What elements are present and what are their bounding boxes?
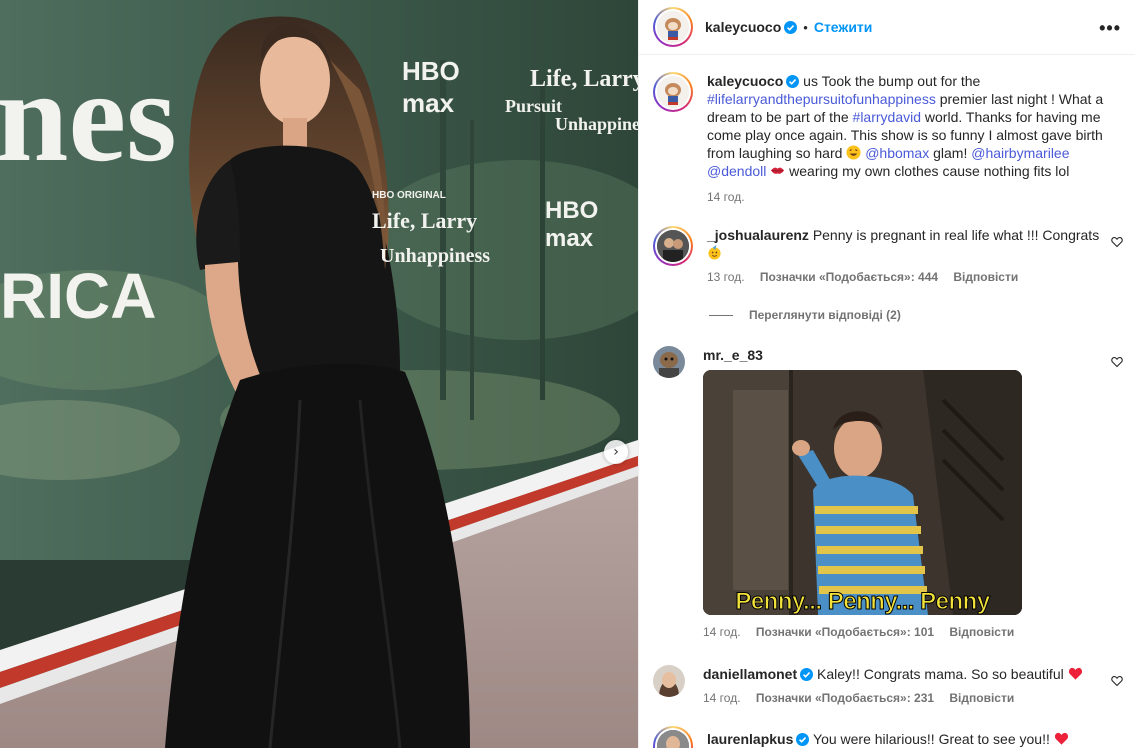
laughing-emoji-icon [846,145,861,160]
red-heart-emoji-icon [1068,667,1082,680]
comment-time[interactable]: 14 год. [703,691,741,705]
comment-meta: 14 год. Позначки «Подобається»: 101 Відп… [703,623,1103,641]
verified-badge-icon [786,75,800,88]
gif-image [703,370,1022,615]
comment-text: Kaley!! Congrats mama. So so beautiful [817,666,1064,682]
separator-dot: • [803,19,808,35]
avatar-photo-icon [657,230,689,262]
hbo-original-label: HBO ORIGINAL [372,190,446,201]
show-title-line5-b: Unhappiness [380,245,490,267]
comment-time[interactable]: 13 год. [707,270,745,284]
post-photo[interactable]: ines RICA HBO max HBO max HBO ORIGINAL L… [0,0,638,748]
comment-item: mr._e_83 Penny... Penny... Penny 14 год.… [653,346,1123,641]
hbo-logo-bottom: max [402,88,455,118]
comment-likes[interactable]: Позначки «Подобається»: 444 [760,270,938,284]
comment-username[interactable]: mr._e_83 [703,347,763,363]
reply-button[interactable]: Відповісти [953,270,1018,284]
more-options-icon[interactable]: ••• [1099,18,1121,39]
reply-button[interactable]: Відповісти [949,625,1014,639]
comment-meta: 14 год. Позначки «Подобається»: 231 Відп… [703,689,1103,707]
comment-gif[interactable]: Penny... Penny... Penny [703,370,1022,615]
caption-text-1: us Took the bump out for the [803,73,981,89]
caption-username[interactable]: kaleycuoco [707,73,783,89]
post-caption: kaleycuoco us Took the bump out for the … [653,72,1123,206]
avatar-dog-icon [657,11,689,43]
hashtag-link[interactable]: #larrydavid [853,109,921,125]
follow-button[interactable]: Стежити [814,19,873,35]
view-replies-line [709,314,733,316]
sign-big-text: ines [0,45,177,189]
verified-badge-icon [796,733,810,746]
red-heart-emoji-icon [1054,732,1068,745]
comment-text: You were hilarious!! Great to see you!! [813,731,1050,747]
avatar-photo-icon [653,665,685,697]
author-avatar[interactable] [653,7,693,47]
comment-likes[interactable]: Позначки «Подобається»: 231 [756,691,934,705]
mention-link[interactable]: @dendoll [707,163,766,179]
commenter-avatar[interactable] [653,226,693,266]
post-header: kaleycuoco • Стежити ••• [639,0,1135,55]
comment-item: _joshualaurenz Penny is pregnant in real… [653,226,1123,286]
caption-author-avatar[interactable] [653,72,693,112]
hbo-logo-top: HBO [402,56,460,86]
view-replies-button[interactable]: Переглянути відповіді (2) [709,308,901,322]
comment-meta: 13 год. Позначки «Подобається»: 444 Відп… [707,268,1107,286]
comment-username[interactable]: laurenlapkus [707,731,793,747]
caption-text-5: wearing my own clothes cause nothing fit… [789,163,1070,179]
commenter-avatar[interactable] [653,346,685,378]
view-replies-label: Переглянути відповіді (2) [749,308,901,322]
chevron-right-icon: › [613,444,619,460]
comment-time[interactable]: 14 год. [703,625,741,639]
post-side-panel: kaleycuoco • Стежити ••• kaleycuoco us T… [638,0,1135,748]
like-heart-icon[interactable] [1111,236,1123,248]
mention-link[interactable]: @hairbymarilee [971,145,1069,161]
sign-small-text: RICA [0,260,156,332]
show-title-line1-b: Life, Larry [372,208,477,233]
next-photo-button[interactable]: › [604,440,628,464]
hbo-logo-bottom-2: max [545,225,594,252]
like-heart-icon[interactable] [1111,675,1123,687]
commenter-avatar[interactable] [653,726,693,748]
caption-text-4: glam! [933,145,968,161]
hashtag-link[interactable]: #lifelarryandthepursuitofunhappiness [707,91,936,107]
show-title-line3: Pursuit [505,96,562,116]
hbo-logo-top-2: HBO [545,197,598,224]
reply-button[interactable]: Відповісти [949,691,1014,705]
author-username[interactable]: kaleycuoco [705,19,781,35]
comment-likes[interactable]: Позначки «Подобається»: 101 [756,625,934,639]
show-title-line1: Life, Larry [530,66,638,92]
comment-item: laurenlapkus You were hilarious!! Great … [653,726,1123,748]
avatar-photo-icon [653,346,685,378]
show-title-line5: Unhappiness [555,114,638,134]
commenter-avatar[interactable] [653,665,685,697]
comment-text: Penny is pregnant in real life what !!! … [812,227,1100,243]
avatar-photo-icon [657,730,689,748]
mention-link[interactable]: @hbomax [865,145,929,161]
party-face-emoji-icon [708,245,721,260]
avatar-dog-icon [657,76,689,108]
verified-badge-icon [800,668,814,681]
gif-caption-text: Penny... Penny... Penny [735,588,991,615]
post-timestamp[interactable]: 14 год. [707,188,1117,206]
like-heart-icon[interactable] [1111,356,1123,368]
comment-username[interactable]: _joshualaurenz [707,227,809,243]
verified-badge-icon [784,20,798,34]
comment-item: daniellamonet Kaley!! Congrats mama. So … [653,665,1123,707]
comment-username[interactable]: daniellamonet [703,666,797,682]
post-image: ines RICA HBO max HBO max HBO ORIGINAL L… [0,0,638,748]
kiss-lips-emoji-icon [771,167,785,174]
